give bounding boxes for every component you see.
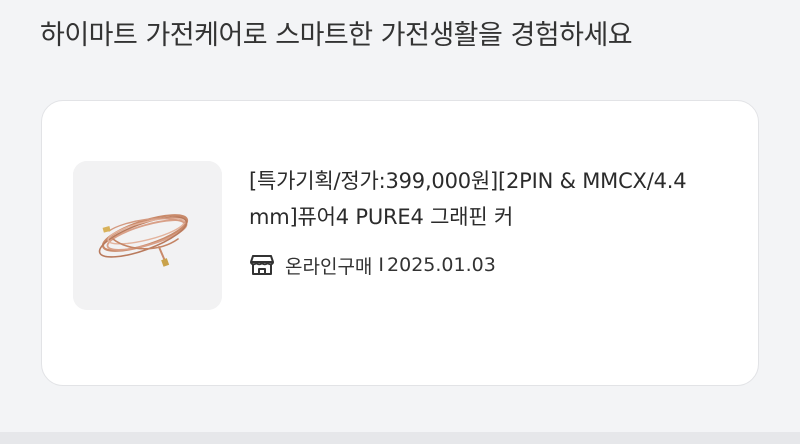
purchase-date: 2025.01.03 (387, 254, 496, 276)
product-thumbnail[interactable] (73, 161, 222, 310)
promo-headline: 하이마트 가전케어로 스마트한 가전생활을 경험하세요 (40, 20, 633, 51)
product-card[interactable]: [특가기획/정가:399,000원][2PIN & MMCX/4.4 mm]퓨어… (41, 100, 759, 386)
purchase-info: 온라인구매 I 2025.01.03 (249, 249, 496, 281)
product-title[interactable]: [특가기획/정가:399,000원][2PIN & MMCX/4.4 mm]퓨어… (249, 163, 729, 235)
store-type-label: 온라인구매 (285, 255, 373, 278)
page: 하이마트 가전케어로 스마트한 가전생활을 경험하세요 [특가기획/정가:399… (0, 0, 800, 444)
section-divider (0, 432, 800, 444)
cable-image (73, 161, 222, 310)
store-icon (249, 252, 275, 278)
meta-separator: I (378, 254, 385, 276)
